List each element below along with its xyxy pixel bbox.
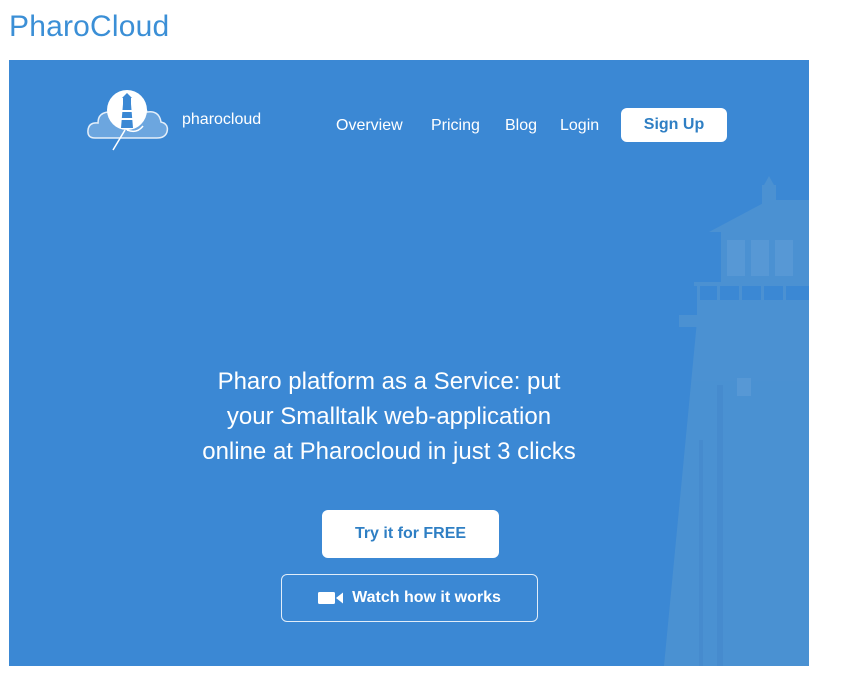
nav-login[interactable]: Login — [560, 116, 599, 136]
hero-line-3: online at Pharocloud in just 3 clicks — [202, 438, 576, 465]
hero-line-2: your Smalltalk web-application — [226, 403, 552, 430]
page-title: PharoCloud — [9, 10, 170, 43]
lighthouse-cloud-logo-icon — [87, 90, 169, 151]
hero-headline: Pharo platform as a Service: put your Sm… — [149, 364, 629, 469]
watch-video-label: Watch how it works — [352, 589, 501, 606]
signup-button[interactable]: Sign Up — [621, 108, 727, 142]
logo[interactable]: pharocloud — [85, 88, 261, 158]
hero-banner: pharocloud Overview Pricing Blog Login S… — [9, 60, 809, 666]
video-camera-icon — [318, 592, 344, 604]
try-free-button[interactable]: Try it for FREE — [322, 510, 499, 558]
watch-video-button[interactable]: Watch how it works — [281, 574, 538, 622]
logo-text: pharocloud — [182, 111, 262, 128]
hero-line-1: Pharo platform as a Service: put — [217, 368, 561, 395]
nav-pricing[interactable]: Pricing — [431, 116, 480, 136]
nav-blog[interactable]: Blog — [505, 116, 537, 136]
nav-overview[interactable]: Overview — [336, 116, 403, 136]
